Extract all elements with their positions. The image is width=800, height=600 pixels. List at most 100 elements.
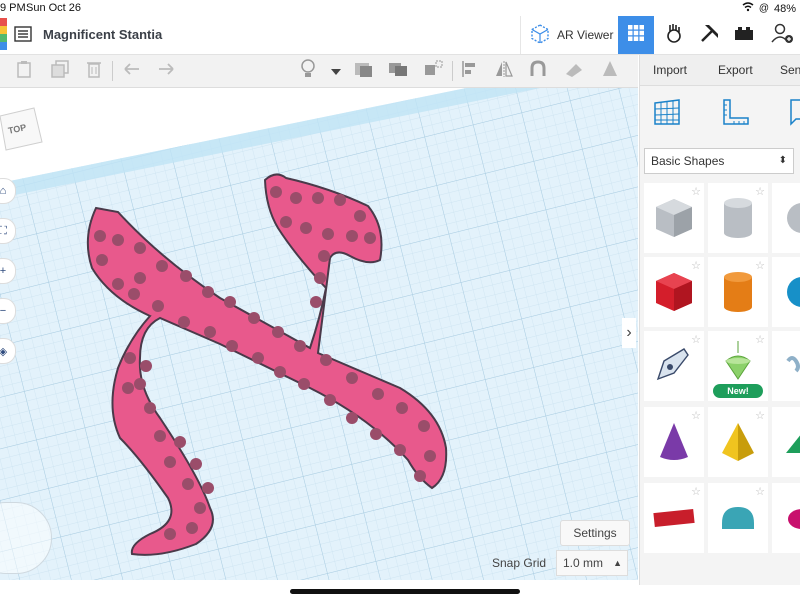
star-icon[interactable]: ☆ [755, 333, 765, 346]
edit-toolbar [0, 55, 638, 88]
toolbar-divider [112, 61, 113, 81]
shape-spinning-top[interactable]: ☆ New! [708, 331, 768, 401]
cube-icon: ◈ [0, 345, 8, 358]
star-icon[interactable]: ☆ [755, 485, 765, 498]
shape-box-red[interactable]: ☆ [644, 257, 704, 327]
ruler-icon [564, 60, 584, 83]
align-icon [461, 60, 479, 83]
ungroup-button[interactable] [424, 60, 444, 81]
ruler-icon[interactable] [720, 97, 750, 132]
shape-sphere-gray[interactable] [772, 183, 800, 253]
circuits-button[interactable] [656, 16, 692, 54]
shapes-panel: Import Export Send Basic Shapes ⬍ ☆ ☆ ☆ … [639, 55, 800, 585]
panel-actions: Import Export Send [640, 55, 800, 86]
ar-cube-icon [529, 23, 551, 48]
invite-user-button[interactable] [764, 16, 800, 54]
star-icon[interactable]: ☆ [691, 259, 701, 272]
tinkercad-logo[interactable] [0, 18, 7, 50]
brick-icon [733, 24, 755, 47]
star-icon[interactable]: ☆ [691, 185, 701, 198]
notes-dropdown[interactable] [326, 61, 346, 81]
cone-ruler-icon [600, 60, 620, 83]
shape-library-select[interactable]: Basic Shapes ⬍ [644, 148, 794, 174]
snap-grid-label: Snap Grid [492, 556, 547, 570]
shape-text[interactable] [772, 331, 800, 401]
paste-button[interactable] [14, 60, 34, 83]
star-icon[interactable]: ☆ [755, 185, 765, 198]
torus-icon [788, 509, 800, 529]
shape-library-value: Basic Shapes [651, 154, 725, 168]
home-icon: ⌂ [0, 185, 7, 197]
design-title[interactable]: Magnificent Stantia [43, 27, 162, 42]
group-icon [388, 60, 408, 83]
shape-text-3d[interactable]: ☆ [644, 483, 704, 553]
sphere-blue-icon [787, 277, 800, 307]
redo-icon [157, 62, 175, 81]
export-button[interactable]: Export [718, 55, 753, 85]
delete-button[interactable] [84, 61, 104, 81]
workplane-icon [354, 60, 374, 83]
minecraft-button[interactable] [692, 16, 728, 54]
shape-cone[interactable]: ☆ [644, 407, 704, 477]
shape-half-cylinder[interactable]: ☆ [708, 483, 768, 553]
shape-sphere-blue[interactable] [772, 257, 800, 327]
ruler-tool-button[interactable] [564, 61, 584, 81]
group-button[interactable] [388, 61, 408, 81]
caret-updown-icon: ⬍ [778, 155, 787, 166]
duplicate-button[interactable] [50, 59, 70, 83]
sphere-icon [787, 203, 800, 233]
mirror-button[interactable] [494, 60, 514, 83]
fit-view-icon: ⛶ [0, 224, 7, 237]
redo-button[interactable] [156, 61, 176, 81]
caret-updown-icon: ▲ [613, 558, 622, 568]
import-button[interactable]: Import [653, 55, 687, 85]
undo-icon [123, 62, 141, 81]
star-icon[interactable]: ☆ [755, 409, 765, 422]
app-header: Magnificent Stantia AR Viewer [0, 16, 800, 55]
star-icon[interactable]: ☆ [755, 259, 765, 272]
status-time: 9 PM [0, 2, 26, 14]
cruise-button[interactable] [528, 59, 548, 81]
3d-design-view-button[interactable] [618, 16, 654, 54]
star-icon[interactable]: ☆ [691, 485, 701, 498]
view-cube[interactable]: TOP [0, 106, 46, 152]
design-list-icon[interactable] [14, 26, 32, 42]
align-button[interactable] [460, 60, 480, 83]
settings-button[interactable]: Settings [560, 520, 630, 546]
ar-viewer-label: AR Viewer [557, 28, 614, 42]
shape-roof[interactable] [772, 407, 800, 477]
note-icon[interactable] [788, 97, 800, 132]
ar-viewer-button[interactable]: AR Viewer [520, 16, 617, 54]
shape-scribble[interactable]: ☆ [644, 331, 704, 401]
lightbulb-icon [300, 58, 316, 84]
grid-plane-icon[interactable] [652, 97, 682, 132]
new-badge: New! [713, 384, 763, 398]
grid-icon [627, 24, 645, 47]
shape-torus[interactable] [772, 483, 800, 553]
chevron-right-icon: › [626, 324, 632, 341]
workplane-button[interactable] [354, 61, 374, 81]
star-icon[interactable]: ☆ [691, 409, 701, 422]
clipboard-icon [16, 60, 32, 83]
workplane-canvas[interactable]: TOP ⌂ ⛶ + − ◈ [0, 88, 638, 580]
toolbar-divider [452, 61, 453, 81]
shape-cylinder-gray[interactable]: ☆ [708, 183, 768, 253]
status-date: Sun Oct 26 [26, 2, 82, 14]
bricks-button[interactable] [726, 16, 762, 54]
snap-grid-select[interactable]: 1.0 mm ▲ [556, 550, 628, 576]
notes-button[interactable] [298, 58, 318, 84]
location-icon: @ [758, 3, 769, 14]
shape-generator-button[interactable] [600, 60, 620, 83]
shape-cylinder-orange[interactable]: ☆ [708, 257, 768, 327]
shape-box-gray[interactable]: ☆ [644, 183, 704, 253]
star-icon[interactable]: ☆ [691, 333, 701, 346]
text-shape-icon [786, 356, 800, 373]
status-bar: 9 PM Sun Oct 26 @ 48% [0, 0, 800, 16]
undo-button[interactable] [122, 61, 142, 81]
duplicate-icon [51, 59, 69, 83]
send-to-button[interactable]: Send [780, 55, 800, 85]
mirror-icon [494, 60, 514, 83]
shape-pyramid[interactable]: ☆ [708, 407, 768, 477]
panel-collapse-button[interactable]: › [622, 318, 636, 348]
pickaxe-icon [699, 22, 721, 49]
